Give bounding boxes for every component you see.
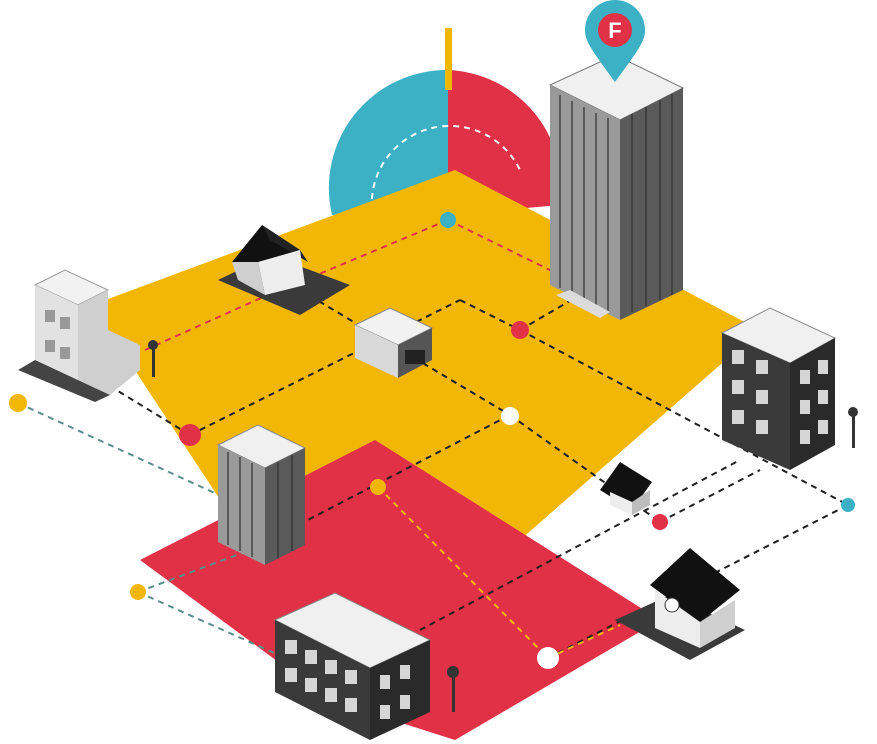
isometric-city-illustration: F — [9, 0, 858, 740]
yellow-node — [130, 584, 146, 600]
red-node — [511, 321, 529, 339]
white-node — [501, 407, 519, 425]
yellow-node — [9, 394, 27, 412]
apartment-dark — [720, 307, 837, 470]
house-small — [600, 462, 652, 515]
office-mid — [216, 424, 307, 565]
teal-node — [841, 498, 855, 512]
white-node — [537, 647, 559, 669]
teal-node — [440, 212, 456, 228]
yellow-node — [370, 479, 386, 495]
skyscraper-tall — [548, 54, 685, 320]
red-node — [179, 424, 201, 446]
pin-letter: F — [608, 18, 621, 43]
red-node — [652, 514, 668, 530]
gauge-needle — [445, 28, 452, 90]
